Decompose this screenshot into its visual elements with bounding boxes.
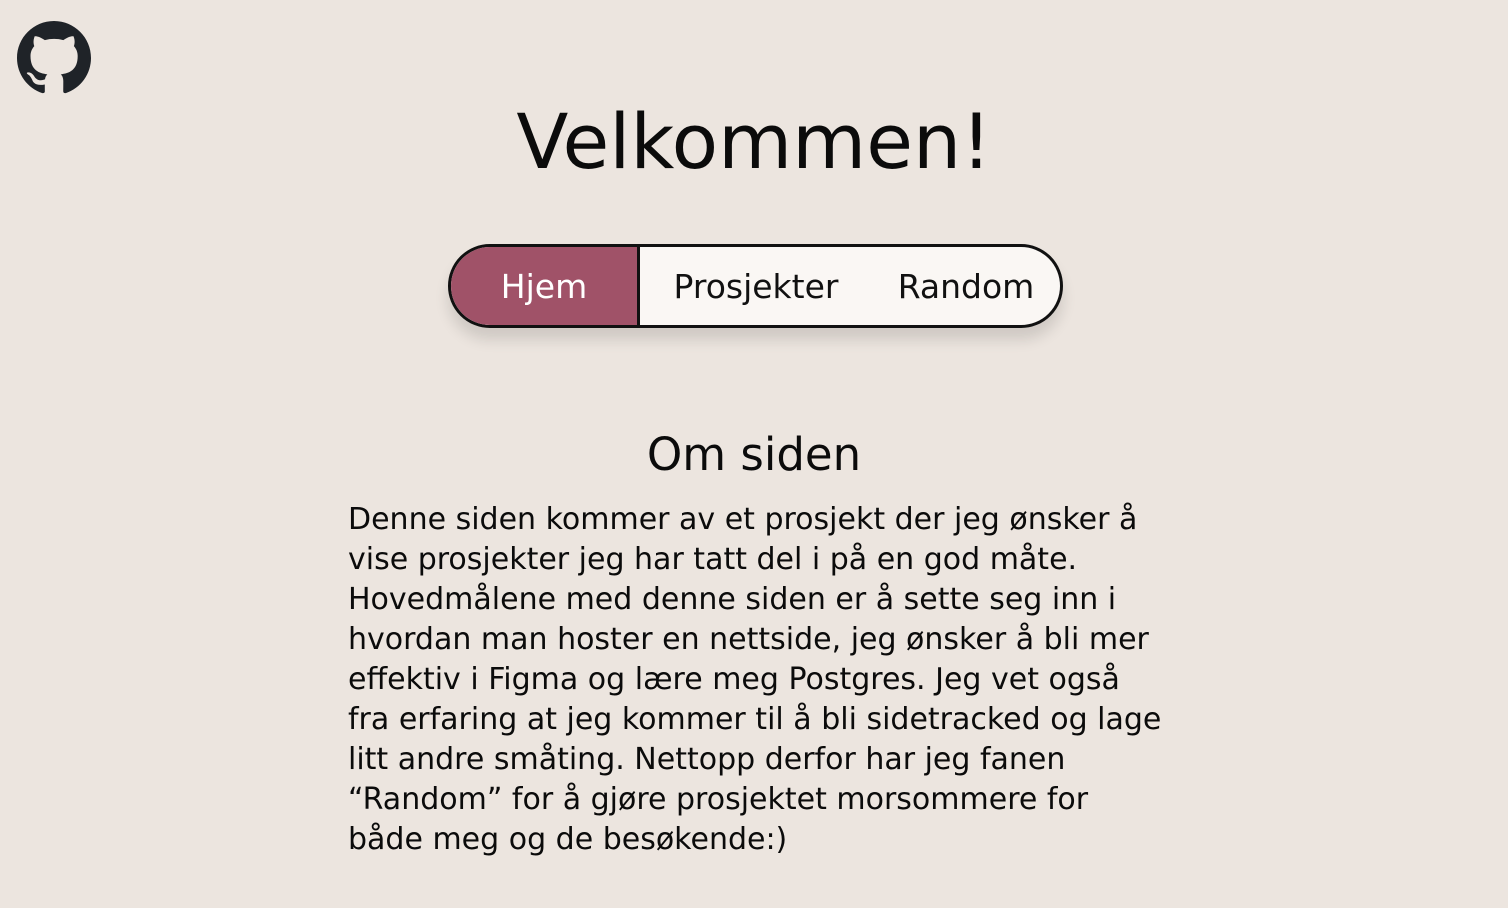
page-title: Velkommen! [516, 97, 992, 186]
github-icon[interactable] [17, 21, 91, 95]
tab-prosjekter[interactable]: Prosjekter [640, 247, 872, 325]
about-heading: Om siden [646, 428, 862, 481]
about-text: Denne siden kommer av et prosjekt der je… [348, 502, 1162, 857]
tab-hjem[interactable]: Hjem [451, 247, 640, 325]
main-nav: Hjem Prosjekter Random [448, 244, 1063, 328]
tab-random[interactable]: Random [872, 247, 1060, 325]
